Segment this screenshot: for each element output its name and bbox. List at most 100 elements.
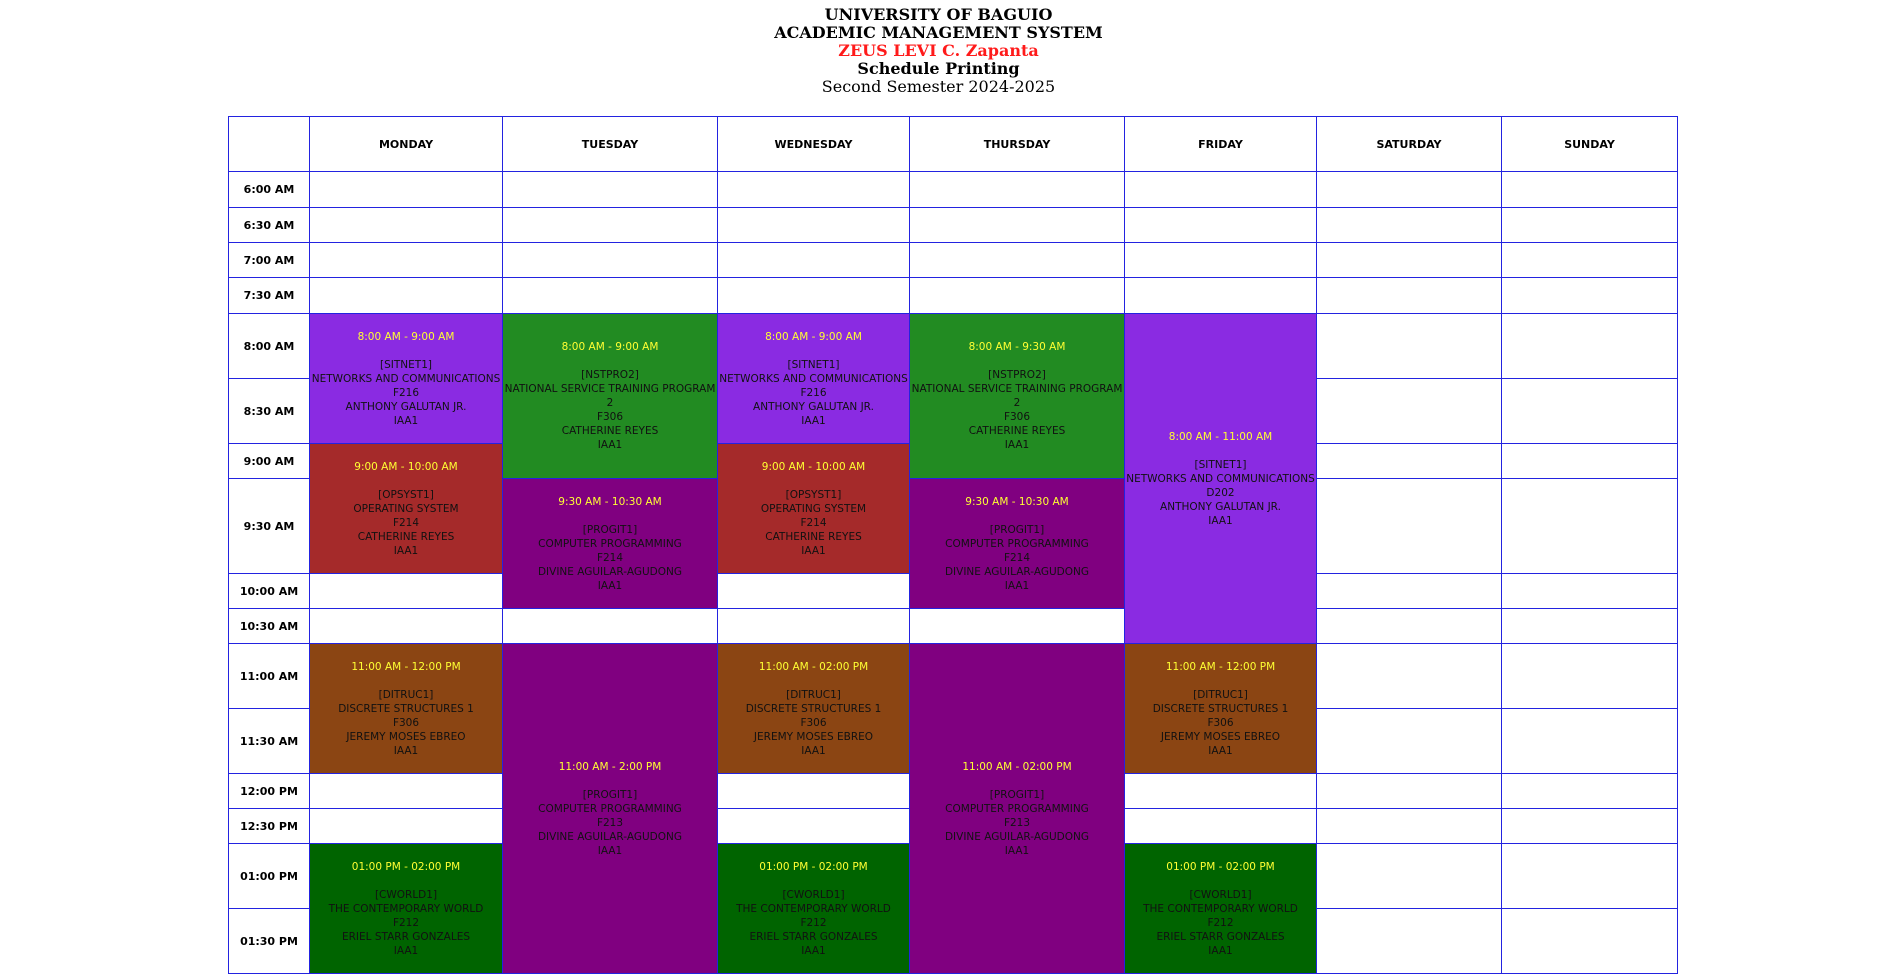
empty-slot-cell[interactable] [309,207,503,243]
empty-slot-cell[interactable] [717,171,910,208]
empty-slot-cell[interactable] [309,277,503,314]
class-block-friday[interactable]: 11:00 AM - 12:00 PM [DITRUC1] DISCRETE STR… [1124,643,1317,774]
class-block-tuesday[interactable]: 11:00 AM - 2:00 PM [PROGIT1] COMPUTER PROG… [502,643,718,974]
time-label: 9:00 AM [228,443,310,479]
empty-slot-cell[interactable] [909,207,1125,243]
empty-slot-cell[interactable] [1501,277,1678,314]
class-block-wednesday[interactable]: 9:00 AM - 10:00 AM [OPSYST1] OPERATING SYS… [717,443,910,574]
room-label: F216 [800,386,827,399]
empty-slot-cell[interactable] [909,242,1125,278]
course-code: [PROGIT1] [989,523,1045,536]
empty-slot-cell[interactable] [1501,608,1678,644]
empty-slot-cell[interactable] [1124,207,1317,243]
empty-slot-cell[interactable] [909,608,1125,644]
room-label: F212 [800,916,827,929]
instructor-name: DIVINE AGUILAR-AGUDONG [944,565,1090,578]
class-block-tuesday[interactable]: 8:00 AM - 9:00 AM [NSTPRO2] NATIONAL SERVI… [502,313,718,479]
empty-slot-cell[interactable] [1316,773,1502,809]
class-block-monday[interactable]: 8:00 AM - 9:00 AM [SITNET1] NETWORKS AND C… [309,313,503,444]
empty-slot-cell[interactable] [1501,242,1678,278]
empty-slot-cell[interactable] [502,242,718,278]
empty-slot-cell[interactable] [717,573,910,609]
empty-slot-cell[interactable] [717,808,910,844]
empty-slot-cell[interactable] [717,608,910,644]
class-block-wednesday[interactable]: 01:00 PM - 02:00 PM [CWORLD1] THE CONTEMPO… [717,843,910,974]
empty-slot-cell[interactable] [1501,313,1678,379]
class-block-friday[interactable]: 8:00 AM - 11:00 AM [SITNET1] NETWORKS AND … [1124,313,1317,644]
class-block-friday[interactable]: 01:00 PM - 02:00 PM [CWORLD1] THE CONTEMPO… [1124,843,1317,974]
class-block-monday[interactable]: 9:00 AM - 10:00 AM [OPSYST1] OPERATING SYS… [309,443,503,574]
empty-slot-cell[interactable] [717,242,910,278]
empty-slot-cell[interactable] [1316,378,1502,444]
empty-slot-cell[interactable] [502,608,718,644]
empty-slot-cell[interactable] [1501,171,1678,208]
empty-slot-cell[interactable] [502,277,718,314]
course-title: COMPUTER PROGRAMMING [538,537,682,550]
empty-slot-cell[interactable] [1124,808,1317,844]
class-block-wednesday[interactable]: 11:00 AM - 02:00 PM [DITRUC1] DISCRETE STR… [717,643,910,774]
empty-slot-cell[interactable] [1316,313,1502,379]
day-header-wednesday: WEDNESDAY [717,116,910,172]
class-block-wednesday[interactable]: 8:00 AM - 9:00 AM [SITNET1] NETWORKS AND C… [717,313,910,444]
empty-slot-cell[interactable] [309,573,503,609]
empty-slot-cell[interactable] [1316,242,1502,278]
empty-slot-cell[interactable] [1501,643,1678,709]
class-block-monday[interactable]: 11:00 AM - 12:00 PM [DITRUC1] DISCRETE STR… [309,643,503,774]
empty-slot-cell[interactable] [717,207,910,243]
empty-slot-cell[interactable] [1316,277,1502,314]
class-block-thursday[interactable]: 9:30 AM - 10:30 AM [PROGIT1] COMPUTER PROG… [909,478,1125,609]
class-block-monday[interactable]: 01:00 PM - 02:00 PM [CWORLD1] THE CONTEMPO… [309,843,503,974]
empty-slot-cell[interactable] [1316,573,1502,609]
empty-slot-cell[interactable] [1316,908,1502,974]
empty-slot-cell[interactable] [1501,908,1678,974]
empty-slot-cell[interactable] [1316,171,1502,208]
time-label: 7:00 AM [228,242,310,278]
empty-slot-cell[interactable] [1501,773,1678,809]
empty-slot-cell[interactable] [717,773,910,809]
instructor-name: CATHERINE REYES [968,425,1066,437]
empty-slot-cell[interactable] [1316,478,1502,574]
empty-slot-cell[interactable] [1316,708,1502,774]
empty-slot-cell[interactable] [1124,277,1317,314]
empty-slot-cell[interactable] [1501,443,1678,479]
empty-slot-cell[interactable] [502,171,718,208]
empty-slot-cell[interactable] [502,207,718,243]
empty-slot-cell[interactable] [309,242,503,278]
empty-slot-cell[interactable] [1316,608,1502,644]
empty-slot-cell[interactable] [1316,808,1502,844]
empty-slot-cell[interactable] [909,171,1125,208]
class-time: 8:00 AM - 9:00 AM [561,341,659,353]
class-block-thursday[interactable]: 8:00 AM - 9:30 AM [NSTPRO2] NATIONAL SERVI… [909,313,1125,479]
empty-slot-cell[interactable] [1316,843,1502,909]
class-time: 11:00 AM - 02:00 PM [962,760,1072,773]
empty-slot-cell[interactable] [1501,808,1678,844]
empty-slot-cell[interactable] [1124,171,1317,208]
empty-slot-cell[interactable] [1124,242,1317,278]
course-title: THE CONTEMPORARY WORLD [736,902,891,915]
empty-slot-cell[interactable] [1316,207,1502,243]
room-label: F213 [1003,816,1031,829]
room-label: F214 [596,551,624,564]
empty-slot-cell[interactable] [1124,773,1317,809]
empty-slot-cell[interactable] [1501,843,1678,909]
empty-slot-cell[interactable] [309,608,503,644]
section-label: IAA1 [1208,944,1233,957]
empty-slot-cell[interactable] [309,773,503,809]
section-label: IAA1 [393,744,419,757]
empty-slot-cell[interactable] [717,277,910,314]
day-header-monday: MONDAY [309,116,503,172]
course-code: [DITRUC1] [1193,688,1248,701]
empty-slot-cell[interactable] [1501,478,1678,574]
empty-slot-cell[interactable] [309,808,503,844]
empty-slot-cell[interactable] [1501,207,1678,243]
instructor-name: JEREMY MOSES EBREO [346,730,466,743]
empty-slot-cell[interactable] [1316,443,1502,479]
empty-slot-cell[interactable] [1501,378,1678,444]
empty-slot-cell[interactable] [309,171,503,208]
class-block-thursday[interactable]: 11:00 AM - 02:00 PM [PROGIT1] COMPUTER PRO… [909,643,1125,974]
empty-slot-cell[interactable] [1501,708,1678,774]
empty-slot-cell[interactable] [1316,643,1502,709]
empty-slot-cell[interactable] [909,277,1125,314]
class-block-tuesday[interactable]: 9:30 AM - 10:30 AM [PROGIT1] COMPUTER PROG… [502,478,718,609]
empty-slot-cell[interactable] [1501,573,1678,609]
